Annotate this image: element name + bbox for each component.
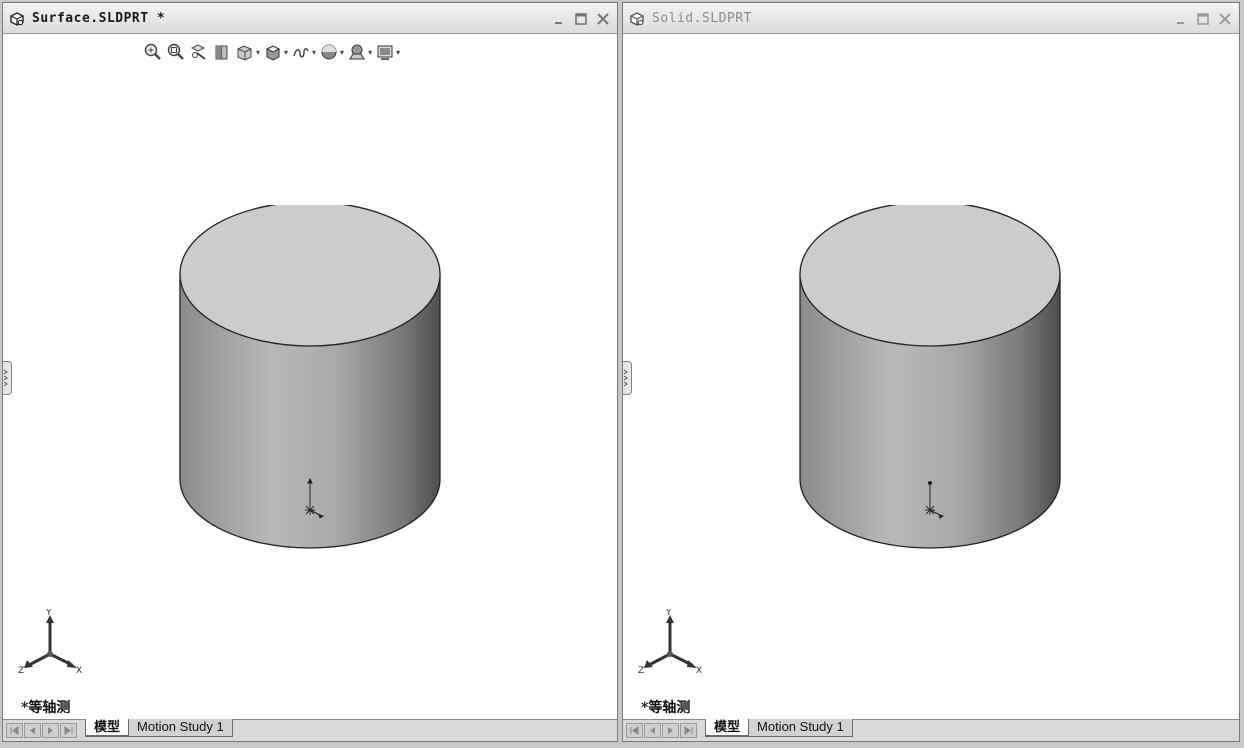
window-title: Surface.SLDPRT * (32, 11, 166, 26)
next-icon[interactable] (662, 723, 679, 738)
document-window-solid[interactable]: Solid.SLDPRT Y Z X *等轴测 模型 Motion Study … (622, 2, 1240, 742)
window-title: Solid.SLDPRT (652, 11, 752, 26)
prev-icon[interactable] (644, 723, 661, 738)
graphics-area[interactable]: Y Z X *等轴测 (3, 34, 617, 719)
part-document-icon (8, 10, 26, 28)
window-titlebar[interactable]: Solid.SLDPRT (623, 3, 1239, 34)
window-titlebar[interactable]: Surface.SLDPRT * (3, 3, 617, 34)
first-icon[interactable] (6, 723, 23, 738)
tab-model[interactable]: 模型 (705, 719, 750, 737)
cylinder-model[interactable] (177, 205, 443, 551)
reference-triad-icon: Y Z X (638, 609, 702, 676)
triad-y-label: Y (45, 609, 52, 618)
last-icon[interactable] (680, 723, 697, 738)
maximize-icon[interactable] (1195, 11, 1211, 27)
part-document-icon (628, 10, 646, 28)
close-icon[interactable] (595, 11, 611, 27)
triad-y-label: Y (665, 609, 672, 618)
close-icon[interactable] (1217, 11, 1233, 27)
prev-icon[interactable] (24, 723, 41, 738)
graphics-area[interactable]: Y Z X *等轴测 (623, 34, 1239, 719)
tab-motion-study-1[interactable]: Motion Study 1 (748, 719, 853, 737)
triad-z-label: Z (18, 666, 24, 676)
view-orientation-label: *等轴测 (21, 700, 71, 716)
triad-x-label: X (76, 666, 82, 676)
model-tab-bar: 模型 Motion Study 1 (623, 719, 1239, 741)
minimize-icon[interactable] (551, 11, 567, 27)
maximize-icon[interactable] (573, 11, 589, 27)
cylinder-model[interactable] (797, 205, 1063, 551)
tab-motion-study-1[interactable]: Motion Study 1 (128, 719, 233, 737)
feature-tree-flyout-handle[interactable] (3, 361, 12, 395)
solidworks-workspace: Surface.SLDPRT * ▾ ▾ ▾ ▾ ▾ ▾ Y Z X *等轴测 … (0, 0, 1244, 748)
next-icon[interactable] (42, 723, 59, 738)
minimize-icon[interactable] (1173, 11, 1189, 27)
triad-z-label: Z (638, 666, 644, 676)
model-tab-bar: 模型 Motion Study 1 (3, 719, 617, 741)
document-window-surface[interactable]: Surface.SLDPRT * ▾ ▾ ▾ ▾ ▾ ▾ Y Z X *等轴测 … (2, 2, 618, 742)
view-orientation-label: *等轴测 (641, 700, 691, 716)
tab-model[interactable]: 模型 (85, 719, 130, 737)
last-icon[interactable] (60, 723, 77, 738)
first-icon[interactable] (626, 723, 643, 738)
reference-triad-icon: Y Z X (18, 609, 82, 676)
triad-x-label: X (696, 666, 702, 676)
feature-tree-flyout-handle[interactable] (623, 361, 632, 395)
